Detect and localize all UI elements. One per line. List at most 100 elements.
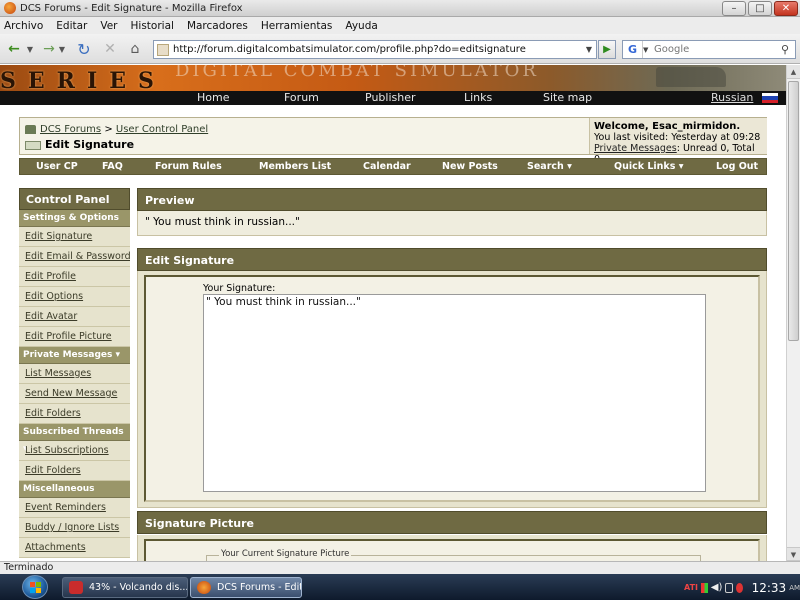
scroll-down-icon[interactable]: ▼ <box>787 547 800 561</box>
menu-editar[interactable]: Editar <box>56 20 87 32</box>
sidebar-item-attachments[interactable]: Attachments <box>19 538 130 558</box>
shield-icon[interactable] <box>701 582 708 593</box>
reload-icon[interactable]: ↻ <box>73 39 95 59</box>
page-viewport: SERIES DIGITAL COMBAT SIMULATOR Home For… <box>0 65 786 561</box>
sidebar-item-list-subscriptions[interactable]: List Subscriptions <box>19 441 130 461</box>
search-icon[interactable]: ⚲ <box>781 43 795 56</box>
edit-signature-inner: Your Signature: " You must think in russ… <box>144 275 760 502</box>
menu-herramientas[interactable]: Herramientas <box>261 20 333 32</box>
navstrip-quick-links[interactable]: Quick Links ▾ <box>614 159 683 175</box>
scroll-thumb[interactable] <box>788 81 799 341</box>
language-link[interactable]: Russian <box>711 91 753 105</box>
taskbar-item-label: 43% - Volcando dis... <box>89 582 188 593</box>
breadcrumb-root-link[interactable]: DCS Forums <box>40 124 101 135</box>
engine-dropdown-icon[interactable]: ▼ <box>643 46 651 54</box>
site-banner: SERIES DIGITAL COMBAT SIMULATOR <box>0 65 786 91</box>
navstrip-search[interactable]: Search ▾ <box>527 159 572 175</box>
nav-forum-link[interactable]: Forum <box>284 91 319 105</box>
nav-home-link[interactable]: Home <box>197 91 229 105</box>
url-text[interactable]: http://forum.digitalcombatsimulator.com/… <box>173 44 582 55</box>
go-button[interactable]: ▶ <box>598 40 616 59</box>
firefox-app-icon <box>197 581 211 594</box>
taskbar-item-label: DCS Forums - Edit Si... <box>217 582 302 593</box>
clock-ampm: AM <box>789 583 800 592</box>
sidebar-item-send-message[interactable]: Send New Message <box>19 384 130 404</box>
navigation-toolbar: ← ▼ → ▼ ↻ ✕ ⌂ http://forum.digitalcombat… <box>0 34 800 64</box>
nav-publisher-link[interactable]: Publisher <box>365 91 416 105</box>
url-dropdown-icon[interactable]: ▼ <box>582 45 596 54</box>
subpage-arrow-icon <box>25 140 41 150</box>
back-history-dropdown-icon[interactable]: ▼ <box>25 39 35 59</box>
sidebar-item-list-messages[interactable]: List Messages <box>19 364 130 384</box>
start-button[interactable] <box>22 575 48 599</box>
clock[interactable]: 12:33 <box>752 581 787 595</box>
volume-icon[interactable]: ◀) <box>711 582 723 593</box>
windows-taskbar: 43% - Volcando dis... DCS Forums - Edit … <box>0 574 800 600</box>
menu-archivo[interactable]: Archivo <box>4 20 43 32</box>
menu-ayuda[interactable]: Ayuda <box>345 20 377 32</box>
sidebar-item-buddy-ignore[interactable]: Buddy / Ignore Lists <box>19 518 130 538</box>
signature-picture-inner: Your Current Signature Picture <box>144 539 760 561</box>
page-scrollbar[interactable]: ▲ ▼ <box>786 65 800 561</box>
menu-bar: Archivo Editar Ver Historial Marcadores … <box>0 17 800 34</box>
sidebar-item-edit-profile-picture[interactable]: Edit Profile Picture <box>19 327 130 347</box>
navstrip-new-posts[interactable]: New Posts <box>442 159 498 175</box>
page-title-row: Edit Signature <box>25 138 134 151</box>
sidebar-item-sub-edit-folders[interactable]: Edit Folders <box>19 461 130 481</box>
banner-series-text: SERIES <box>0 68 166 91</box>
signature-picture-header: Signature Picture <box>137 511 767 534</box>
maximize-button[interactable]: □ <box>748 1 772 16</box>
sidebar-section-private-messages[interactable]: Private Messages ▾ <box>19 347 130 364</box>
forum-header: DCS Forums > User Control Panel Edit Sig… <box>19 117 767 165</box>
search-input[interactable] <box>651 44 781 55</box>
navstrip-log-out[interactable]: Log Out <box>716 159 758 175</box>
preview-body: " You must think in russian..." <box>137 211 767 236</box>
sidebar-item-edit-avatar[interactable]: Edit Avatar <box>19 307 130 327</box>
search-bar[interactable]: G ▼ ⚲ <box>622 40 796 59</box>
welcome-greeting: Welcome, Esac_mirmidon. <box>594 121 741 132</box>
taskbar-item-download[interactable]: 43% - Volcando dis... <box>62 577 188 598</box>
navstrip-calendar[interactable]: Calendar <box>363 159 411 175</box>
sidebar-item-edit-signature[interactable]: Edit Signature <box>19 227 130 247</box>
home-icon[interactable]: ⌂ <box>124 39 146 59</box>
address-bar[interactable]: http://forum.digitalcombatsimulator.com/… <box>153 40 597 59</box>
last-visited-text: You last visited: Yesterday at 09:28 <box>594 132 761 143</box>
minimize-button[interactable]: – <box>722 1 746 16</box>
sidebar-item-event-reminders[interactable]: Event Reminders <box>19 498 130 518</box>
google-engine-icon[interactable]: G <box>623 41 643 58</box>
nav-links-link[interactable]: Links <box>464 91 492 105</box>
scroll-up-icon[interactable]: ▲ <box>787 65 800 79</box>
signature-textarea[interactable]: " You must think in russian..." <box>203 294 706 492</box>
sidebar-section-miscellaneous: Miscellaneous <box>19 481 130 498</box>
russian-flag-icon[interactable] <box>762 93 778 103</box>
welcome-box: Welcome, Esac_mirmidon. You last visited… <box>589 118 767 165</box>
sidebar-item-edit-email[interactable]: Edit Email & Password <box>19 247 130 267</box>
menu-ver[interactable]: Ver <box>100 20 117 32</box>
sidebar-item-pm-edit-folders[interactable]: Edit Folders <box>19 404 130 424</box>
navstrip-faq[interactable]: FAQ <box>102 159 123 175</box>
signature-label: Your Signature: <box>203 283 276 294</box>
network-icon[interactable] <box>725 582 733 593</box>
navstrip-members-list[interactable]: Members List <box>259 159 331 175</box>
forward-history-dropdown-icon[interactable]: ▼ <box>57 39 67 59</box>
taskbar-item-firefox[interactable]: DCS Forums - Edit Si... <box>190 577 302 598</box>
navstrip-forum-rules[interactable]: Forum Rules <box>155 159 222 175</box>
ati-icon[interactable]: ATI <box>684 583 698 592</box>
security-icon[interactable] <box>735 582 743 593</box>
nav-sitemap-link[interactable]: Site map <box>543 91 592 105</box>
current-signature-picture-legend: Your Current Signature Picture <box>219 549 352 559</box>
sidebar-section-subscribed-threads[interactable]: Subscribed Threads ▾ <box>19 424 130 454</box>
sidebar-item-edit-options[interactable]: Edit Options <box>19 287 130 307</box>
navstrip-usercp[interactable]: User CP <box>36 159 78 175</box>
site-favicon <box>157 43 169 56</box>
stop-icon[interactable]: ✕ <box>99 39 121 59</box>
system-tray: ATI ◀) 12:33 AM <box>680 577 800 598</box>
menu-historial[interactable]: Historial <box>131 20 174 32</box>
sidebar-item-edit-profile[interactable]: Edit Profile <box>19 267 130 287</box>
private-messages-link[interactable]: Private Messages <box>594 143 677 154</box>
close-button[interactable]: ✕ <box>774 1 798 16</box>
back-icon[interactable]: ← <box>3 39 25 59</box>
breadcrumb-parent-link[interactable]: User Control Panel <box>116 124 208 135</box>
edit-signature-header: Edit Signature <box>137 248 767 271</box>
menu-marcadores[interactable]: Marcadores <box>187 20 248 32</box>
